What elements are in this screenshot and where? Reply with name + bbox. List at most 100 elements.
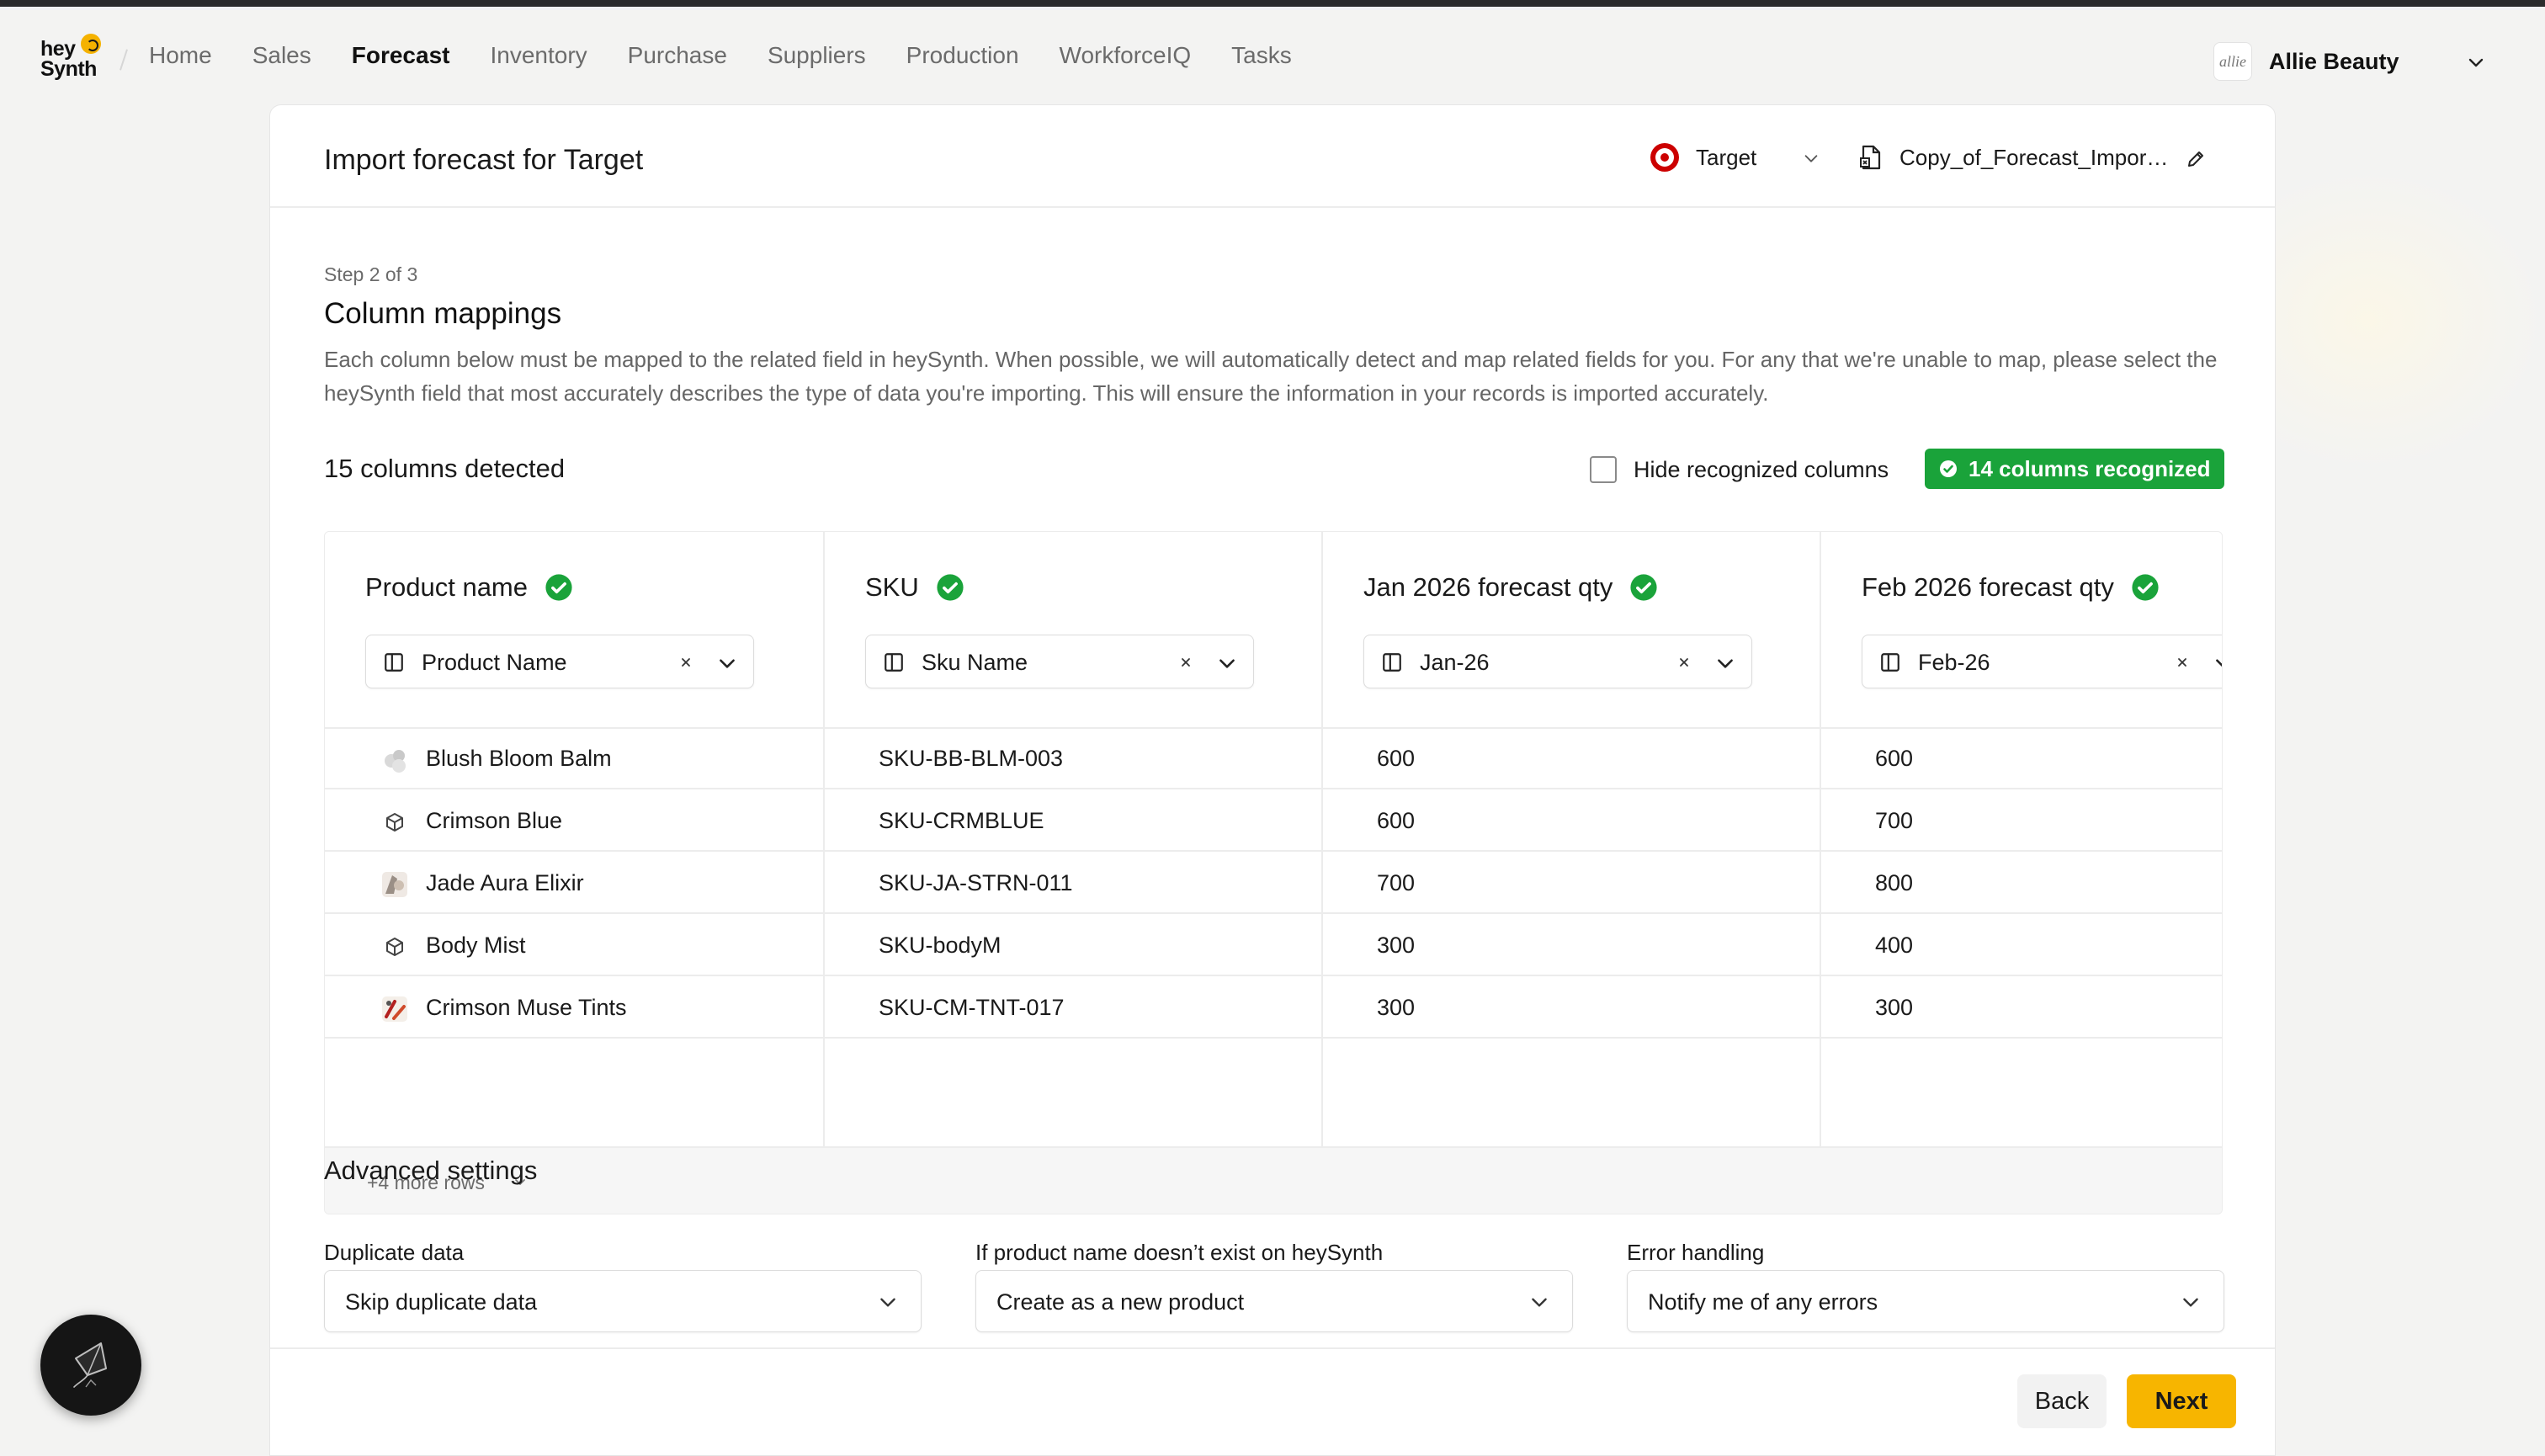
column-header: Jan 2026 forecast qty Jan-26 (1323, 532, 1820, 729)
assistant-fab[interactable] (40, 1315, 141, 1416)
package-icon (379, 931, 411, 963)
field-mapping-select[interactable]: Feb-26 (1862, 635, 2223, 688)
nav-purchase[interactable]: Purchase (628, 42, 727, 69)
missing-product-select[interactable]: Create as a new product (975, 1270, 1573, 1332)
top-navigation: hey Synth Home Sales Forecast Inventory … (0, 7, 2545, 104)
recognized-badge: 14 columns recognized (1925, 449, 2224, 489)
nav-suppliers[interactable]: Suppliers (768, 42, 866, 69)
target-logo-icon (1650, 143, 1679, 172)
check-circle-icon (937, 574, 964, 601)
section-description: Each column below must be mapped to the … (324, 347, 2218, 406)
retailer-select[interactable]: Target (1650, 141, 1756, 174)
close-icon[interactable] (1676, 654, 1692, 671)
nav-home[interactable]: Home (149, 42, 212, 69)
logo-mark-icon (81, 34, 101, 54)
table-row: 600 (1821, 729, 2222, 789)
table-row: SKU-bodyM (825, 916, 1321, 976)
mapped-field: Feb-26 (1918, 650, 1990, 675)
pencil-icon[interactable] (2186, 149, 2206, 169)
check-circle-icon (545, 574, 572, 601)
table-row: 800 (1821, 853, 2222, 914)
table-row: SKU-CRMBLUE (825, 791, 1321, 852)
file-chip[interactable]: Copy_of_Forecast_Impor… (1859, 141, 2168, 174)
column-header: Feb 2026 forecast qty Feb-26 (1821, 532, 2223, 729)
chevron-down-icon (2183, 1298, 2198, 1307)
table-row: 600 (1323, 791, 1820, 852)
more-rows-toggle[interactable]: +4 more rows (325, 1146, 2222, 1214)
advanced-settings-title: Advanced settings (324, 1156, 538, 1185)
check-circle-icon (2132, 574, 2159, 601)
chevron-down-icon[interactable] (1802, 149, 1820, 167)
column-title: Product name (365, 572, 573, 603)
nav-tasks[interactable]: Tasks (1231, 42, 1292, 69)
kite-icon (73, 1342, 107, 1388)
product-thumbnail (382, 996, 407, 1022)
table-row: 700 (1821, 791, 2222, 852)
spreadsheet-file-icon (1860, 145, 1881, 170)
nav-production[interactable]: Production (906, 42, 1019, 69)
column-sku: SKU Sku Name SKU-BB-BLM-003 SKU-CRMBLUE … (823, 532, 1321, 1214)
file-name: Copy_of_Forecast_Impor… (1899, 144, 2169, 170)
duplicate-data-select[interactable]: Skip duplicate data (324, 1270, 922, 1332)
column-icon (885, 653, 903, 672)
error-handling-select[interactable]: Notify me of any errors (1627, 1270, 2224, 1332)
table-row: 300 (1821, 978, 2222, 1039)
product-thumbnail (382, 872, 407, 897)
table-row: 700 (1323, 853, 1820, 914)
account-switcher[interactable]: allie Allie Beauty (2213, 42, 2399, 81)
close-icon[interactable] (2174, 654, 2191, 671)
account-name: Allie Beauty (2269, 48, 2399, 74)
account-logo: allie (2213, 42, 2252, 81)
table-row: Jade Aura Elixir (325, 853, 823, 914)
column-title: Feb 2026 forecast qty (1862, 572, 2160, 603)
field-mapping-select[interactable]: Product Name (365, 635, 754, 688)
column-title: SKU (865, 572, 964, 603)
check-circle-icon (1630, 574, 1658, 601)
column-icon (1881, 653, 1899, 672)
chevron-down-icon (880, 1298, 895, 1307)
heysynth-logo[interactable]: hey Synth (39, 32, 103, 82)
package-icon (379, 806, 411, 838)
product-thumbnail (385, 750, 406, 773)
hide-recognized-toggle[interactable]: Hide recognized columns (1590, 455, 1889, 484)
error-handling-label: Error handling (1627, 1240, 1765, 1265)
close-icon[interactable] (677, 654, 694, 671)
column-icon (385, 653, 403, 672)
nav-forecast[interactable]: Forecast (352, 42, 450, 69)
next-button[interactable]: Next (2127, 1374, 2236, 1428)
table-row: 400 (1821, 916, 2222, 976)
duplicate-data-label: Duplicate data (324, 1240, 465, 1265)
table-row: 300 (1323, 916, 1820, 976)
section-title: Column mappings (324, 297, 562, 330)
table-row: SKU-CM-TNT-017 (825, 978, 1321, 1039)
table-row: SKU-JA-STRN-011 (825, 853, 1321, 914)
table-row: 600 (1323, 729, 1820, 789)
nav-inventory[interactable]: Inventory (490, 42, 587, 69)
field-mapping-select[interactable]: Jan-26 (1363, 635, 1752, 688)
nav-sales[interactable]: Sales (252, 42, 311, 69)
chevron-down-icon (1532, 1298, 1547, 1307)
chevron-down-icon[interactable] (1714, 652, 1736, 674)
table-row: Blush Bloom Balm (325, 729, 823, 789)
chevron-down-icon[interactable] (2466, 52, 2486, 72)
retailer-name: Target (1696, 144, 1757, 170)
card-header: Import forecast for Target Target Copy_o… (270, 105, 2275, 208)
hide-recognized-label: Hide recognized columns (1634, 456, 1889, 482)
table-row: SKU-BB-BLM-003 (825, 729, 1321, 789)
nav-separator (120, 49, 128, 71)
nav-workforceiq[interactable]: WorkforceIQ (1060, 42, 1192, 69)
chevron-down-icon[interactable] (1216, 652, 1238, 674)
field-mapping-select[interactable]: Sku Name (865, 635, 1254, 688)
check-circle-icon (1940, 460, 1957, 477)
chevron-down-icon[interactable] (716, 652, 738, 674)
close-icon[interactable] (1177, 654, 1194, 671)
hide-recognized-checkbox[interactable] (1590, 456, 1617, 483)
mapping-table: Product name Product Name Blush Bloom Ba… (324, 531, 2223, 1214)
nav-links: Home Sales Forecast Inventory Purchase S… (149, 7, 1332, 104)
table-row: 300 (1323, 978, 1820, 1039)
back-button[interactable]: Back (2017, 1374, 2107, 1428)
table-row: Crimson Blue (325, 791, 823, 852)
chevron-down-icon[interactable] (2213, 652, 2223, 674)
mapped-field: Jan-26 (1420, 650, 1490, 675)
column-icon (1383, 653, 1401, 672)
